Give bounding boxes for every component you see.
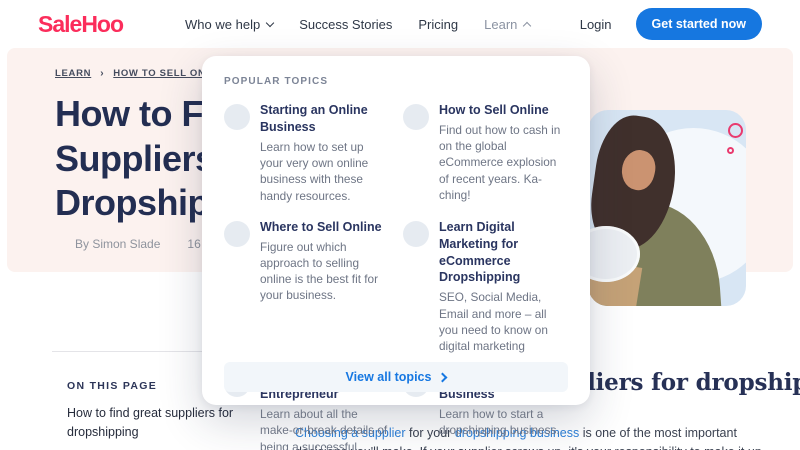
chevron-up-icon	[523, 21, 532, 30]
topic-digital-marketing[interactable]: Learn Digital Marketing for eCommerce Dr…	[403, 219, 568, 355]
nav-learn[interactable]: Learn	[484, 17, 532, 32]
nav-who-we-help[interactable]: Who we help	[185, 17, 275, 32]
salehoo-logo[interactable]: SaleHoo	[38, 11, 124, 38]
topic-icon	[224, 104, 250, 130]
topic-where-to-sell-online[interactable]: Where to Sell Online Figure out which ap…	[224, 219, 389, 355]
topic-desc: Learn how to start a dropshipping busine…	[439, 407, 560, 438]
author-name: By Simon Slade	[75, 237, 161, 251]
topic-icon	[224, 220, 250, 247]
topic-icon	[403, 104, 429, 130]
topic-desc: Learn about all the make-or-break detail…	[260, 407, 388, 450]
topic-desc: Find out how to cash in on the global eC…	[439, 122, 561, 202]
topic-icon	[403, 220, 429, 247]
top-navbar: SaleHoo Who we help Success Stories Pric…	[0, 0, 800, 48]
login-link[interactable]: Login	[580, 17, 612, 32]
topic-title: How to Sell Online	[439, 103, 549, 117]
topic-desc: SEO, Social Media, Email and more – all …	[439, 290, 548, 354]
on-this-page-title: ON THIS PAGE	[67, 380, 158, 392]
topic-title: Starting an Online Business	[260, 103, 368, 134]
topic-title: Learn Digital Marketing for eCommerce Dr…	[439, 219, 521, 285]
topic-desc: Learn how to set up your very own online…	[260, 139, 369, 203]
chevron-right-icon	[438, 372, 448, 382]
pink-ring-small-icon	[727, 147, 734, 154]
hero-photo	[588, 110, 746, 306]
topic-title: Where to Sell Online	[260, 219, 382, 234]
learn-dropdown-panel: POPULAR TOPICS Starting an Online Busine…	[202, 56, 590, 450]
chevron-down-icon	[265, 18, 275, 27]
breadcrumb-separator-icon: ›	[100, 68, 105, 79]
main-nav: Who we help Success Stories Pricing Lear…	[185, 17, 532, 32]
nav-pricing[interactable]: Pricing	[418, 17, 458, 32]
get-started-button[interactable]: Get started now	[635, 8, 762, 40]
view-all-topics-button[interactable]: View all topics	[224, 362, 568, 392]
topics-grid: Starting an Online Business Learn how to…	[224, 102, 568, 450]
topic-starting-online-business[interactable]: Starting an Online Business Learn how to…	[224, 102, 389, 204]
breadcrumb-learn[interactable]: LEARN	[55, 68, 91, 79]
nav-success-stories[interactable]: Success Stories	[299, 17, 392, 32]
topic-how-to-sell-online[interactable]: How to Sell Online Find out how to cash …	[403, 102, 568, 204]
navbar-right: Login Get started now	[580, 8, 762, 40]
topic-desc: Figure out which approach to selling onl…	[260, 239, 379, 303]
pink-ring-icon	[728, 123, 743, 138]
popup-title: POPULAR TOPICS	[224, 76, 329, 87]
